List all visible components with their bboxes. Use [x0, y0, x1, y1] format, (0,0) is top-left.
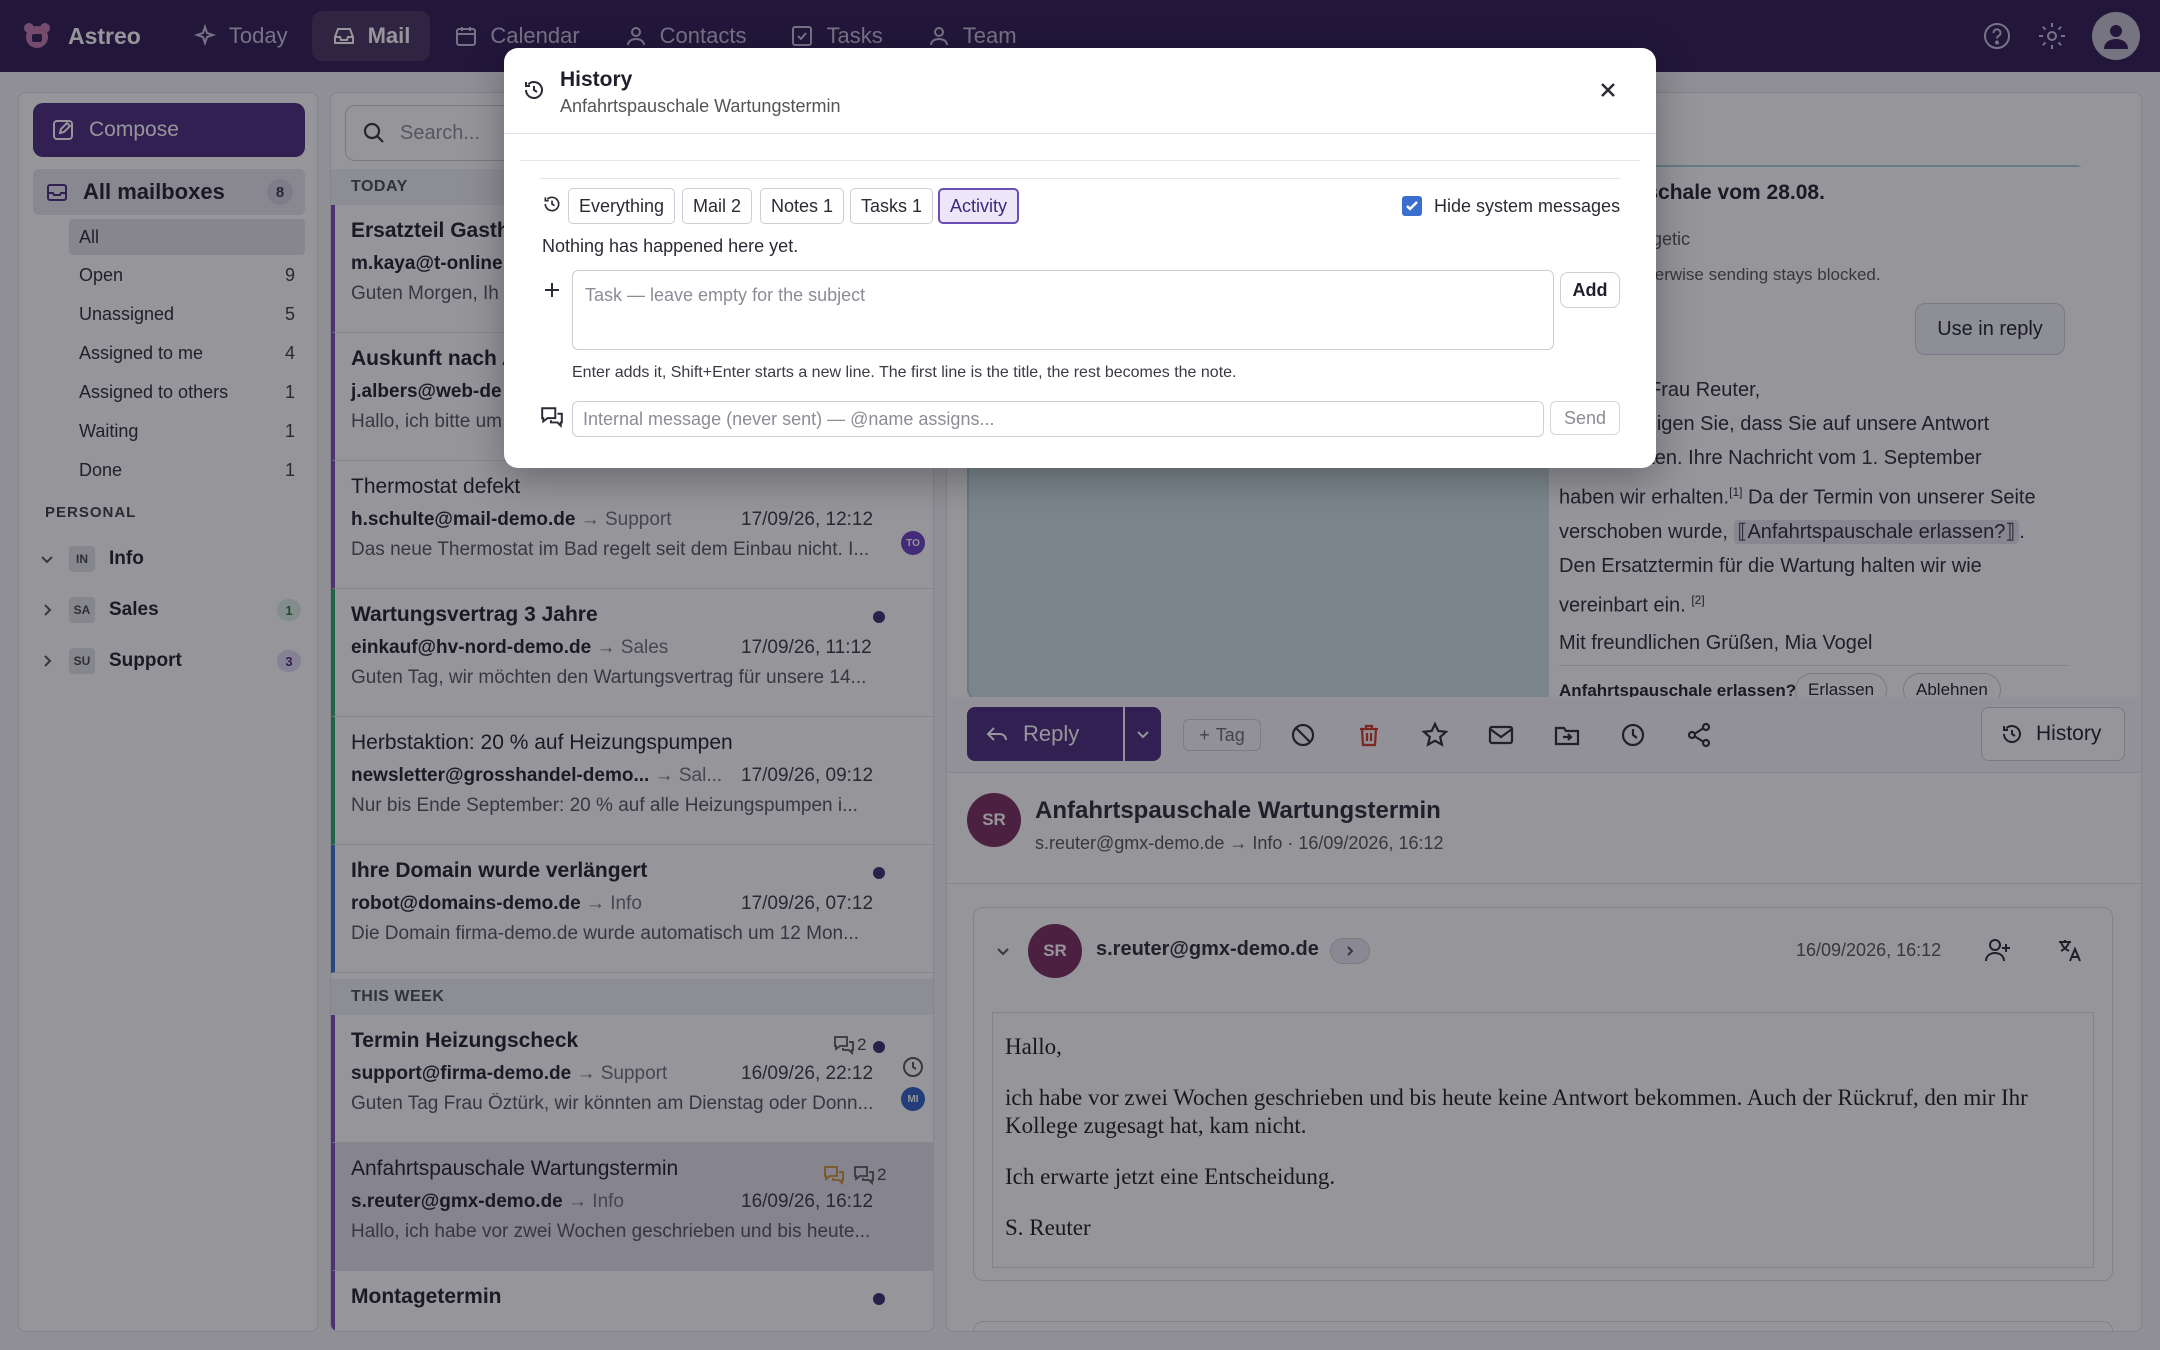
empty-state: Nothing has happened here yet. — [542, 236, 799, 256]
dialog-subtitle: Anfahrtspauschale Wartungstermin — [560, 96, 841, 116]
send-internal-button[interactable]: Send — [1550, 401, 1620, 435]
history-icon — [525, 81, 543, 99]
close-icon[interactable] — [1596, 78, 1620, 102]
divider — [540, 178, 1620, 179]
filter-chip-activity[interactable]: Activity — [938, 188, 1020, 224]
filter-chip-everything[interactable]: Everything — [568, 188, 676, 224]
internal-message-input[interactable]: Internal message (never sent) — @name as… — [572, 401, 1544, 437]
add-task-button[interactable]: Add — [1560, 272, 1620, 308]
plus-icon — [545, 283, 559, 297]
history-icon — [544, 196, 560, 212]
divider — [520, 160, 1640, 161]
hide-system-checkbox[interactable] — [1402, 196, 1422, 216]
dialog-header: History Anfahrtspauschale Wartungstermin — [504, 48, 1656, 134]
task-hint: Enter adds it, Shift+Enter starts a new … — [572, 364, 1237, 381]
dialog-title: History — [560, 68, 633, 91]
history-dialog: History Anfahrtspauschale Wartungstermin… — [504, 48, 1656, 468]
filter-chip-tasks[interactable]: Tasks 1 — [850, 188, 934, 224]
filter-chip-notes[interactable]: Notes 1 — [760, 188, 845, 224]
filter-chip-mail[interactable]: Mail 2 — [682, 188, 753, 224]
task-input[interactable]: Task — leave empty for the subject — [572, 270, 1554, 350]
hide-system-label[interactable]: Hide system messages — [1434, 196, 1620, 217]
check-icon — [1406, 201, 1418, 211]
chat-icon — [541, 407, 563, 428]
